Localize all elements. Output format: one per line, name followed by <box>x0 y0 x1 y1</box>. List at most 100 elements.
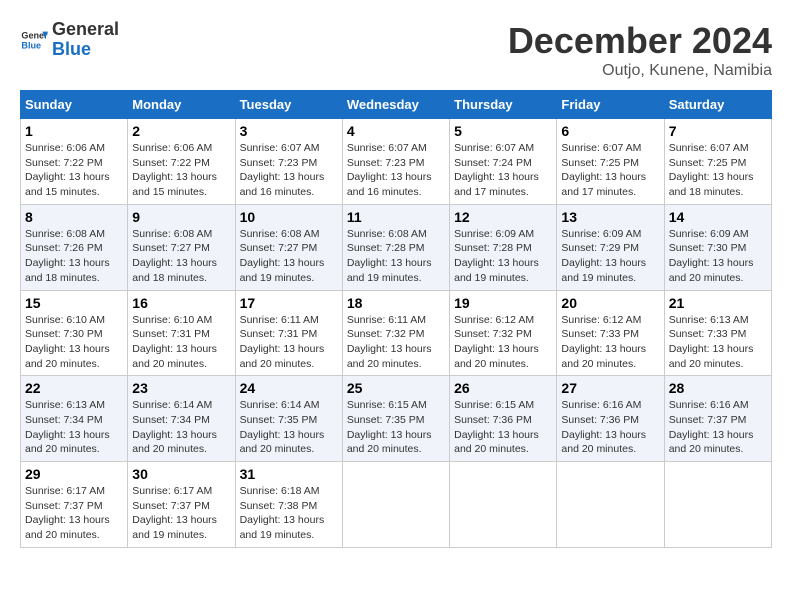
weekday-header: Saturday <box>664 91 771 119</box>
calendar-cell: 3 Sunrise: 6:07 AM Sunset: 7:23 PM Dayli… <box>235 119 342 205</box>
calendar-cell: 5 Sunrise: 6:07 AM Sunset: 7:24 PM Dayli… <box>450 119 557 205</box>
calendar-cell: 12 Sunrise: 6:09 AM Sunset: 7:28 PM Dayl… <box>450 204 557 290</box>
calendar-cell: 28 Sunrise: 6:16 AM Sunset: 7:37 PM Dayl… <box>664 376 771 462</box>
day-number: 11 <box>347 209 445 225</box>
day-number: 17 <box>240 295 338 311</box>
calendar-cell: 21 Sunrise: 6:13 AM Sunset: 7:33 PM Dayl… <box>664 290 771 376</box>
day-info: Sunrise: 6:08 AM Sunset: 7:26 PM Dayligh… <box>25 227 123 286</box>
calendar-cell <box>557 462 664 548</box>
calendar-week-row: 29 Sunrise: 6:17 AM Sunset: 7:37 PM Dayl… <box>21 462 772 548</box>
day-info: Sunrise: 6:12 AM Sunset: 7:32 PM Dayligh… <box>454 313 552 372</box>
day-number: 1 <box>25 123 123 139</box>
day-number: 12 <box>454 209 552 225</box>
day-info: Sunrise: 6:12 AM Sunset: 7:33 PM Dayligh… <box>561 313 659 372</box>
day-info: Sunrise: 6:06 AM Sunset: 7:22 PM Dayligh… <box>25 141 123 200</box>
day-info: Sunrise: 6:08 AM Sunset: 7:28 PM Dayligh… <box>347 227 445 286</box>
calendar-cell: 20 Sunrise: 6:12 AM Sunset: 7:33 PM Dayl… <box>557 290 664 376</box>
calendar-cell: 13 Sunrise: 6:09 AM Sunset: 7:29 PM Dayl… <box>557 204 664 290</box>
month-title: December 2024 <box>508 20 772 62</box>
day-info: Sunrise: 6:09 AM Sunset: 7:30 PM Dayligh… <box>669 227 767 286</box>
calendar-table: SundayMondayTuesdayWednesdayThursdayFrid… <box>20 90 772 548</box>
day-number: 16 <box>132 295 230 311</box>
calendar-cell: 29 Sunrise: 6:17 AM Sunset: 7:37 PM Dayl… <box>21 462 128 548</box>
calendar-cell: 27 Sunrise: 6:16 AM Sunset: 7:36 PM Dayl… <box>557 376 664 462</box>
calendar-cell: 15 Sunrise: 6:10 AM Sunset: 7:30 PM Dayl… <box>21 290 128 376</box>
day-number: 28 <box>669 380 767 396</box>
day-info: Sunrise: 6:15 AM Sunset: 7:35 PM Dayligh… <box>347 398 445 457</box>
calendar-cell: 14 Sunrise: 6:09 AM Sunset: 7:30 PM Dayl… <box>664 204 771 290</box>
day-number: 14 <box>669 209 767 225</box>
calendar-cell: 4 Sunrise: 6:07 AM Sunset: 7:23 PM Dayli… <box>342 119 449 205</box>
day-info: Sunrise: 6:08 AM Sunset: 7:27 PM Dayligh… <box>132 227 230 286</box>
day-info: Sunrise: 6:10 AM Sunset: 7:30 PM Dayligh… <box>25 313 123 372</box>
day-number: 9 <box>132 209 230 225</box>
day-number: 3 <box>240 123 338 139</box>
day-info: Sunrise: 6:08 AM Sunset: 7:27 PM Dayligh… <box>240 227 338 286</box>
weekday-header: Tuesday <box>235 91 342 119</box>
day-number: 21 <box>669 295 767 311</box>
day-number: 10 <box>240 209 338 225</box>
day-number: 8 <box>25 209 123 225</box>
calendar-week-row: 1 Sunrise: 6:06 AM Sunset: 7:22 PM Dayli… <box>21 119 772 205</box>
calendar-cell: 2 Sunrise: 6:06 AM Sunset: 7:22 PM Dayli… <box>128 119 235 205</box>
weekday-header: Monday <box>128 91 235 119</box>
day-info: Sunrise: 6:09 AM Sunset: 7:28 PM Dayligh… <box>454 227 552 286</box>
calendar-cell: 9 Sunrise: 6:08 AM Sunset: 7:27 PM Dayli… <box>128 204 235 290</box>
day-number: 31 <box>240 466 338 482</box>
calendar-cell: 30 Sunrise: 6:17 AM Sunset: 7:37 PM Dayl… <box>128 462 235 548</box>
day-info: Sunrise: 6:07 AM Sunset: 7:25 PM Dayligh… <box>561 141 659 200</box>
calendar-cell: 7 Sunrise: 6:07 AM Sunset: 7:25 PM Dayli… <box>664 119 771 205</box>
day-number: 4 <box>347 123 445 139</box>
location-title: Outjo, Kunene, Namibia <box>508 62 772 80</box>
calendar-cell: 17 Sunrise: 6:11 AM Sunset: 7:31 PM Dayl… <box>235 290 342 376</box>
calendar-cell: 19 Sunrise: 6:12 AM Sunset: 7:32 PM Dayl… <box>450 290 557 376</box>
day-info: Sunrise: 6:07 AM Sunset: 7:25 PM Dayligh… <box>669 141 767 200</box>
day-info: Sunrise: 6:16 AM Sunset: 7:36 PM Dayligh… <box>561 398 659 457</box>
day-number: 20 <box>561 295 659 311</box>
day-number: 27 <box>561 380 659 396</box>
title-block: December 2024 Outjo, Kunene, Namibia <box>508 20 772 80</box>
day-number: 5 <box>454 123 552 139</box>
calendar-week-row: 8 Sunrise: 6:08 AM Sunset: 7:26 PM Dayli… <box>21 204 772 290</box>
calendar-cell: 18 Sunrise: 6:11 AM Sunset: 7:32 PM Dayl… <box>342 290 449 376</box>
day-info: Sunrise: 6:07 AM Sunset: 7:23 PM Dayligh… <box>347 141 445 200</box>
weekday-header: Sunday <box>21 91 128 119</box>
calendar-cell: 25 Sunrise: 6:15 AM Sunset: 7:35 PM Dayl… <box>342 376 449 462</box>
day-info: Sunrise: 6:06 AM Sunset: 7:22 PM Dayligh… <box>132 141 230 200</box>
day-info: Sunrise: 6:13 AM Sunset: 7:34 PM Dayligh… <box>25 398 123 457</box>
calendar-cell: 10 Sunrise: 6:08 AM Sunset: 7:27 PM Dayl… <box>235 204 342 290</box>
day-number: 30 <box>132 466 230 482</box>
calendar-cell <box>664 462 771 548</box>
day-number: 23 <box>132 380 230 396</box>
logo-icon: General Blue <box>20 26 48 54</box>
calendar-cell <box>342 462 449 548</box>
day-info: Sunrise: 6:14 AM Sunset: 7:34 PM Dayligh… <box>132 398 230 457</box>
day-info: Sunrise: 6:11 AM Sunset: 7:31 PM Dayligh… <box>240 313 338 372</box>
calendar-cell: 11 Sunrise: 6:08 AM Sunset: 7:28 PM Dayl… <box>342 204 449 290</box>
day-number: 18 <box>347 295 445 311</box>
day-number: 2 <box>132 123 230 139</box>
calendar-cell: 26 Sunrise: 6:15 AM Sunset: 7:36 PM Dayl… <box>450 376 557 462</box>
calendar-cell <box>450 462 557 548</box>
day-info: Sunrise: 6:14 AM Sunset: 7:35 PM Dayligh… <box>240 398 338 457</box>
day-info: Sunrise: 6:09 AM Sunset: 7:29 PM Dayligh… <box>561 227 659 286</box>
day-info: Sunrise: 6:16 AM Sunset: 7:37 PM Dayligh… <box>669 398 767 457</box>
weekday-header: Thursday <box>450 91 557 119</box>
calendar-week-row: 15 Sunrise: 6:10 AM Sunset: 7:30 PM Dayl… <box>21 290 772 376</box>
day-number: 22 <box>25 380 123 396</box>
day-number: 13 <box>561 209 659 225</box>
calendar-cell: 24 Sunrise: 6:14 AM Sunset: 7:35 PM Dayl… <box>235 376 342 462</box>
calendar-cell: 6 Sunrise: 6:07 AM Sunset: 7:25 PM Dayli… <box>557 119 664 205</box>
day-number: 26 <box>454 380 552 396</box>
day-info: Sunrise: 6:11 AM Sunset: 7:32 PM Dayligh… <box>347 313 445 372</box>
calendar-cell: 8 Sunrise: 6:08 AM Sunset: 7:26 PM Dayli… <box>21 204 128 290</box>
logo: General Blue GeneralBlue <box>20 20 119 60</box>
weekday-header-row: SundayMondayTuesdayWednesdayThursdayFrid… <box>21 91 772 119</box>
day-info: Sunrise: 6:15 AM Sunset: 7:36 PM Dayligh… <box>454 398 552 457</box>
day-info: Sunrise: 6:10 AM Sunset: 7:31 PM Dayligh… <box>132 313 230 372</box>
day-number: 25 <box>347 380 445 396</box>
day-info: Sunrise: 6:07 AM Sunset: 7:23 PM Dayligh… <box>240 141 338 200</box>
calendar-cell: 31 Sunrise: 6:18 AM Sunset: 7:38 PM Dayl… <box>235 462 342 548</box>
day-number: 15 <box>25 295 123 311</box>
day-info: Sunrise: 6:17 AM Sunset: 7:37 PM Dayligh… <box>132 484 230 543</box>
